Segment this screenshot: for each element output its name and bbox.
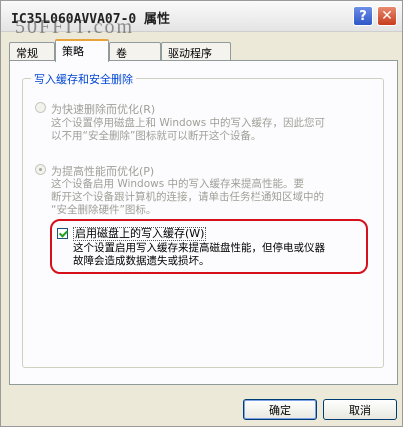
properties-dialog: IC35L060AVVA07-0 属性 50FFIT.com ? ✕ 常规 策略… [0,0,403,427]
ok-button[interactable]: 确定 [243,399,317,420]
radio-button-unchecked[interactable] [35,102,46,113]
quick-removal-description: 这个设置停用磁盘上和 Windows 中的写入缓存，因此您可 以不用“安全删除”… [51,117,371,143]
write-cache-groupbox: 写入缓存和安全删除 为快速删除而优化(R) 这个设置停用磁盘上和 Windows… [22,71,384,368]
write-cache-description: 这个设置启用写入缓存来提高磁盘性能，但停电或仪器 故障会造成数据遗失或损坏。 [73,242,393,268]
help-button[interactable]: ? [353,6,373,26]
tab-policies[interactable]: 策略 [55,39,109,62]
radio-performance-label: 为提高性能而优化(P) [51,165,155,178]
tab-strip: 常规 策略 卷 驱动程序 [9,39,399,62]
tab-panel-policies: 写入缓存和安全删除 为快速删除而优化(R) 这个设置停用磁盘上和 Windows… [9,60,398,385]
close-icon: ✕ [381,8,393,24]
window-title: IC35L060AVVA07-0 属性 [11,12,171,27]
description-line: 断开这个设备跟计算机的连接，请单击任务栏通知区域中的 [51,191,324,203]
radio-button-checked[interactable] [35,164,46,175]
close-button[interactable]: ✕ [377,6,397,26]
tab-volumes[interactable]: 卷 [109,42,161,61]
title-bar[interactable]: IC35L060AVVA07-0 属性 50FFIT.com ? ✕ [1,1,402,38]
performance-description: 这个设备启用 Windows 中的写入缓存来提高性能。要 断开这个设备跟计算机的… [51,178,371,217]
description-line: 这个设备启用 Windows 中的写入缓存来提高性能。要 [51,178,305,190]
help-icon: ? [359,8,367,24]
tab-general[interactable]: 常规 [9,42,55,61]
group-title: 写入缓存和安全删除 [31,71,136,87]
tab-driver[interactable]: 驱动程序 [161,42,231,61]
description-line: 这个设置停用磁盘上和 Windows 中的写入缓存，因此您可 [51,117,326,129]
radio-quick-removal-label: 为快速删除而优化(R) [51,103,156,116]
description-line: 这个设置启用写入缓存来提高磁盘性能，但停电或仪器 [73,242,325,254]
write-cache-label: 启用磁盘上的写入缓存(W) [73,227,207,241]
cancel-button[interactable]: 取消 [323,399,397,420]
description-line: 故障会造成数据遗失或损坏。 [73,255,210,267]
description-line: “安全删除硬件”图标。 [51,204,157,216]
description-line: 以不用“安全删除”图标就可以断开这个设备。 [51,130,262,142]
checkbox-checked-icon[interactable] [57,228,68,239]
